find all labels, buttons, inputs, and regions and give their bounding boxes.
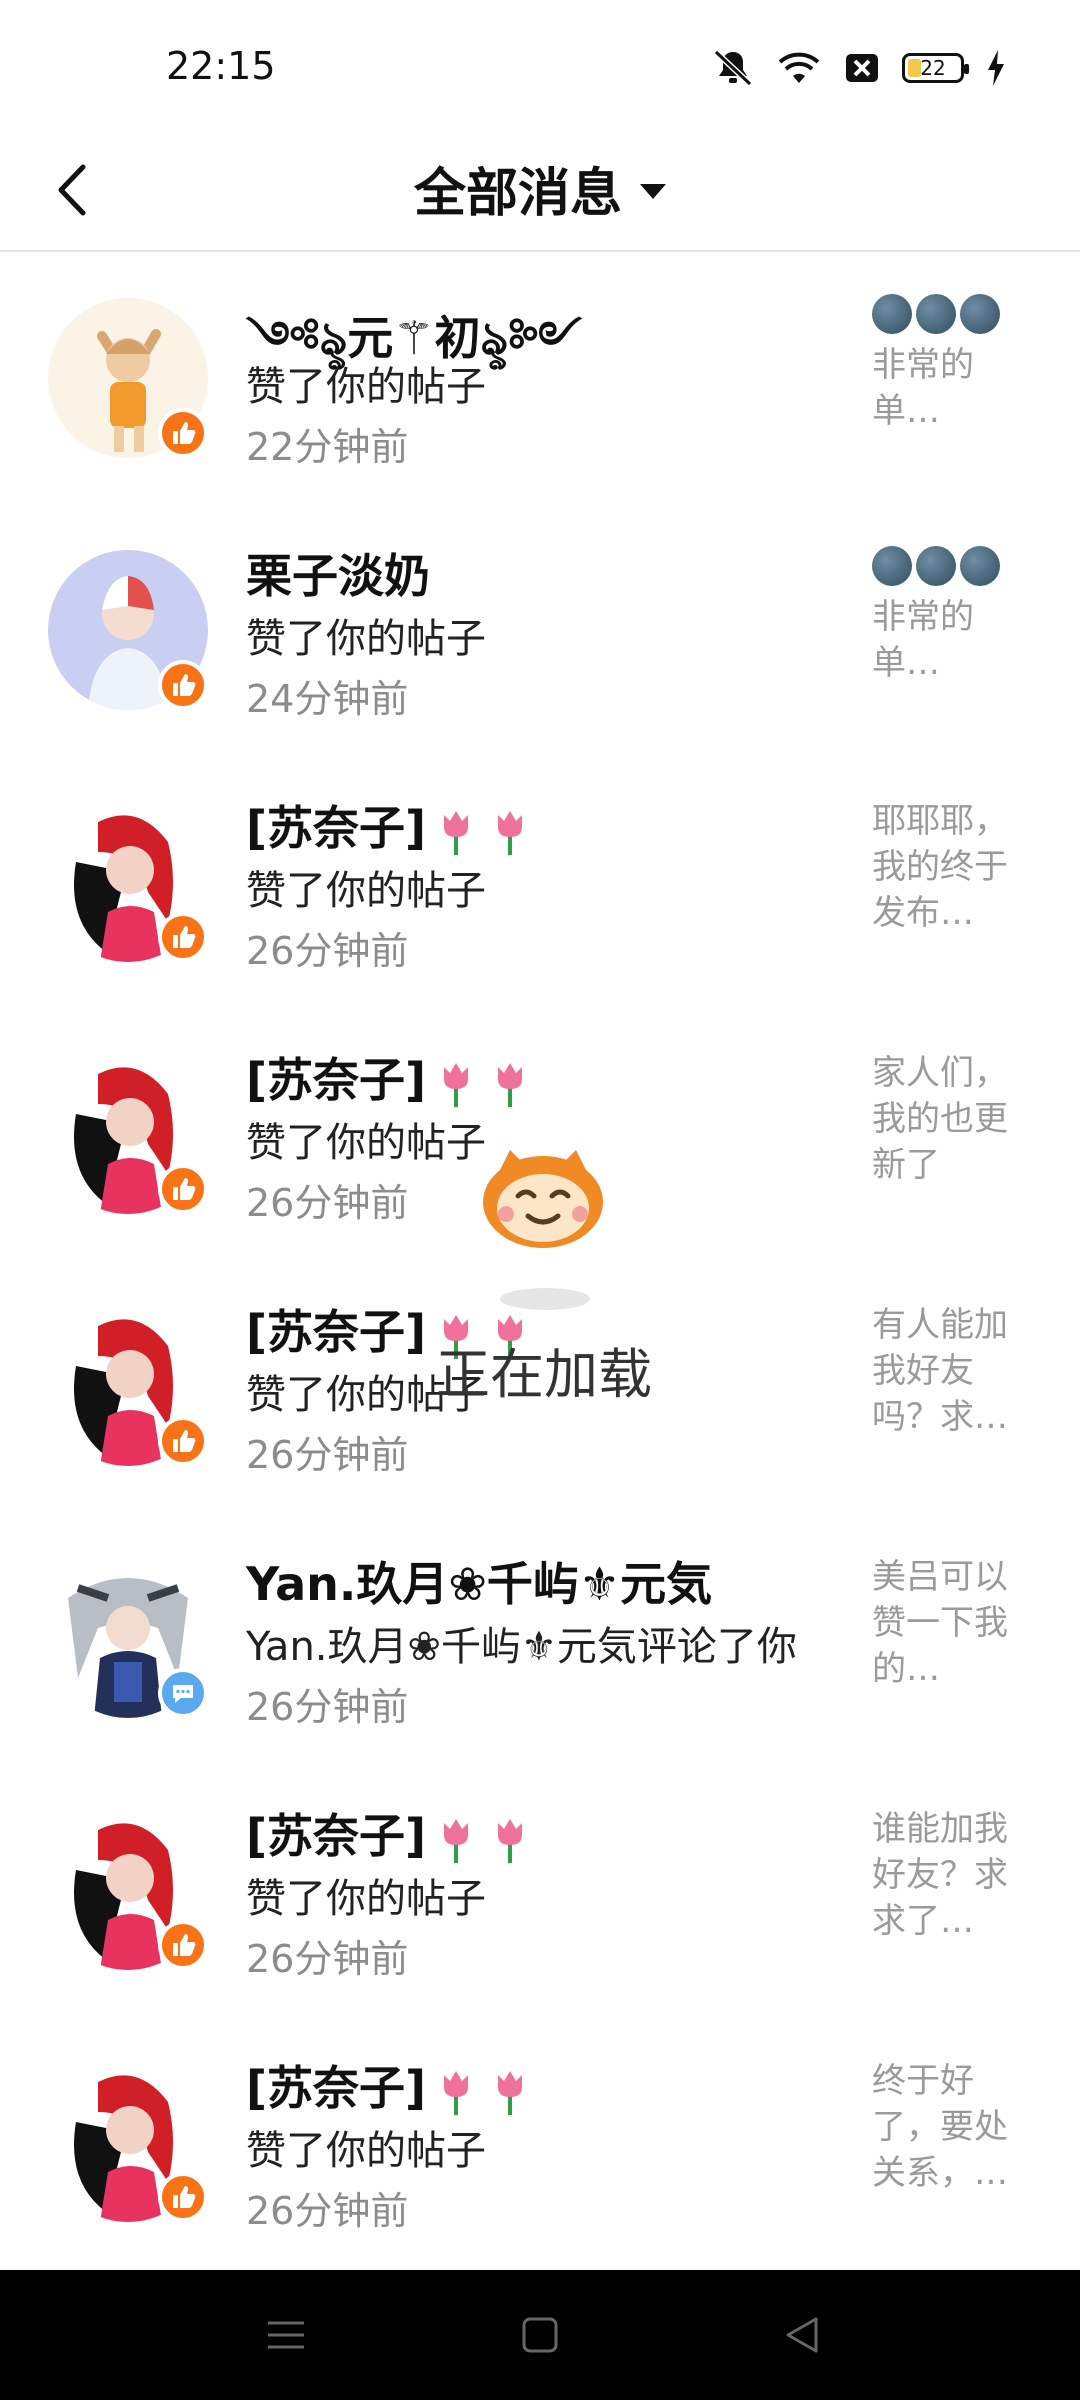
sender-name: [苏奈子]	[246, 792, 530, 858]
moon-emoji-icon	[872, 294, 1022, 338]
preview-text: 有人能加我好友吗？求…	[872, 1305, 1008, 1437]
preview-text: 家人们，我的也更新了	[872, 1053, 1008, 1185]
loading-shadow	[500, 1288, 590, 1310]
preview-text: 非常的单…	[872, 345, 974, 431]
like-badge-icon	[158, 660, 208, 710]
back-triangle-icon	[786, 2317, 818, 2353]
tulip-emoji-icon	[436, 1061, 530, 1107]
sender-name: [苏奈子]	[246, 2052, 530, 2118]
like-badge-icon	[158, 2172, 208, 2222]
action-text: 赞了你的帖子	[246, 2128, 486, 2174]
sim-blocked-icon	[846, 54, 878, 82]
timestamp: 26分钟前	[246, 1433, 409, 1477]
list-item[interactable]: ༺ৡ元⚚初ৡ༻ 赞了你的帖子 22分钟前 非常的单…	[0, 252, 1080, 504]
sender-name: [苏奈子]	[246, 1044, 530, 1110]
tulip-emoji-icon	[436, 2069, 530, 2115]
timestamp: 26分钟前	[246, 1685, 409, 1729]
preview-text: 耶耶耶，我的终于发布…	[872, 801, 1008, 933]
comment-badge-icon	[158, 1668, 208, 1718]
timestamp: 24分钟前	[246, 677, 409, 721]
header: 全部消息	[0, 130, 1080, 252]
battery-level: 22	[920, 56, 946, 80]
menu-icon	[268, 2321, 304, 2349]
status-icons: 22	[712, 46, 1006, 90]
list-item[interactable]: [苏奈子] 赞了你的帖子 26分钟前 耶耶耶，我的终于发布…	[0, 756, 1080, 1008]
preview-text: 终于好了，要处关系，…	[872, 2061, 1008, 2193]
chevron-down-icon	[640, 183, 666, 199]
timestamp: 26分钟前	[246, 1181, 409, 1225]
post-preview[interactable]: 家人们，我的也更新了	[872, 1050, 1022, 1188]
post-preview[interactable]: 有人能加我好友吗？求…	[872, 1302, 1022, 1440]
post-preview[interactable]: 谁能加我好友？求求了…	[872, 1806, 1022, 1944]
charging-icon	[988, 50, 1004, 86]
preview-text: 谁能加我好友？求求了…	[872, 1809, 1008, 1941]
battery-icon: 22	[902, 53, 969, 83]
monkey-mascot-icon	[483, 1150, 603, 1248]
list-item[interactable]: 栗子淡奶 赞了你的帖子 24分钟前 非常的单…	[0, 504, 1080, 756]
home-button[interactable]	[500, 2295, 580, 2375]
action-text: Yan.玖月❀千屿⚜元気评论了你	[246, 1624, 797, 1670]
action-text: 赞了你的帖子	[246, 616, 486, 662]
preview-text: 美吕可以赞一下我的…	[872, 1557, 1008, 1689]
wifi-icon	[778, 52, 820, 83]
status-bar: 22:15 22	[0, 0, 1080, 130]
page-title: 全部消息	[413, 163, 622, 224]
action-text: 赞了你的帖子	[246, 364, 486, 410]
system-nav-bar	[0, 2270, 1080, 2400]
home-icon	[522, 2317, 558, 2353]
like-badge-icon	[158, 408, 208, 458]
sender-name: [苏奈子]	[246, 1800, 530, 1866]
list-item[interactable]: Yan.玖月❀千屿⚜元気 Yan.玖月❀千屿⚜元気评论了你 26分钟前 美吕可以…	[0, 1512, 1080, 1764]
post-preview[interactable]: 非常的单…	[872, 294, 1022, 434]
action-text: 赞了你的帖子	[246, 868, 486, 914]
mute-icon	[713, 49, 753, 87]
screen: 22:15 22 全部消息 ༺ৡ元⚚初ৡ༻ 赞了你的帖子 22分钟前 非常的单……	[0, 0, 1080, 2400]
like-badge-icon	[158, 912, 208, 962]
menu-button[interactable]	[246, 2295, 326, 2375]
action-text: 赞了你的帖子	[246, 1876, 486, 1922]
timestamp: 26分钟前	[246, 1937, 409, 1981]
like-badge-icon	[158, 1164, 208, 1214]
sender-name: Yan.玖月❀千屿⚜元気	[246, 1557, 713, 1611]
moon-emoji-icon	[872, 546, 1022, 590]
post-preview[interactable]: 终于好了，要处关系，…	[872, 2058, 1022, 2196]
post-preview[interactable]: 耶耶耶，我的终于发布…	[872, 798, 1022, 936]
list-item[interactable]: [苏奈子] 赞了你的帖子 26分钟前 终于好了，要处关系，…	[0, 2016, 1080, 2268]
timestamp: 26分钟前	[246, 929, 409, 973]
list-item[interactable]: [苏奈子] 赞了你的帖子 26分钟前 谁能加我好友？求求了…	[0, 1764, 1080, 2016]
sender-name: 栗子淡奶	[246, 549, 430, 603]
like-badge-icon	[158, 1920, 208, 1970]
back-nav-button[interactable]	[762, 2295, 842, 2375]
post-preview[interactable]: 非常的单…	[872, 546, 1022, 686]
like-badge-icon	[158, 1416, 208, 1466]
status-time: 22:15	[166, 44, 276, 88]
tulip-emoji-icon	[436, 1817, 530, 1863]
loading-text: 正在加载	[436, 1343, 652, 1406]
timestamp: 26分钟前	[246, 2189, 409, 2233]
preview-text: 非常的单…	[872, 597, 974, 683]
filter-dropdown[interactable]: 全部消息	[0, 148, 1080, 228]
tulip-emoji-icon	[436, 809, 530, 855]
timestamp: 22分钟前	[246, 425, 409, 469]
post-preview[interactable]: 美吕可以赞一下我的…	[872, 1554, 1022, 1692]
